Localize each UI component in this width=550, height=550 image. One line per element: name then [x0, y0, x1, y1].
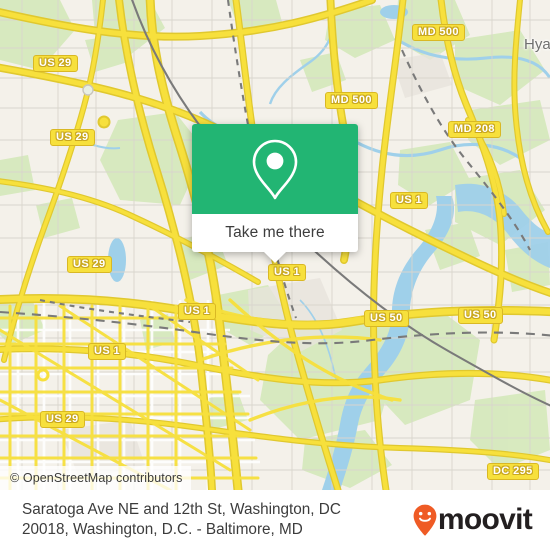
route-shield: US 29 [50, 129, 95, 146]
moovit-logo[interactable]: moovit [413, 503, 533, 537]
route-shield: US 29 [40, 411, 85, 428]
map-pin-icon [252, 139, 298, 200]
route-shield: US 1 [178, 303, 217, 320]
route-shield: MD 500 [412, 24, 465, 41]
route-shield: DC 295 [487, 463, 539, 480]
route-shield: US 1 [268, 264, 307, 281]
route-shield: US 1 [390, 192, 429, 209]
footer-bar: Saratoga Ave NE and 12th St, Washington,… [0, 490, 550, 550]
moovit-smiley-pin-icon [413, 504, 437, 536]
location-title: Saratoga Ave NE and 12th St, Washington,… [22, 500, 341, 540]
callout-pointer [263, 251, 287, 263]
route-shield: US 50 [458, 307, 503, 324]
route-shield: US 29 [33, 55, 78, 72]
route-shield: US 50 [364, 310, 409, 327]
place-label-hyattsville: Hya [524, 36, 550, 53]
route-shield: MD 208 [448, 121, 501, 138]
route-shield: US 29 [67, 256, 112, 273]
take-me-there-button[interactable]: Take me there [192, 214, 358, 263]
card-header [192, 124, 358, 214]
map-attribution[interactable]: © OpenStreetMap contributors [0, 466, 191, 490]
location-title-line-1: Saratoga Ave NE and 12th St, Washington,… [22, 501, 341, 518]
screenshot-root: US 29 MD 500 MD 500 MD 208 US 29 US 1 US… [0, 0, 550, 550]
map-attribution-text: © OpenStreetMap contributors [10, 471, 183, 485]
moovit-wordmark: moovit [437, 503, 533, 536]
location-title-line-2: 20018, Washington, D.C. - Baltimore, MD [22, 521, 303, 538]
route-shield: MD 500 [325, 92, 378, 109]
location-callout-card[interactable]: Take me there [192, 124, 358, 263]
route-shield: US 1 [88, 343, 127, 360]
take-me-there-label: Take me there [225, 224, 325, 241]
